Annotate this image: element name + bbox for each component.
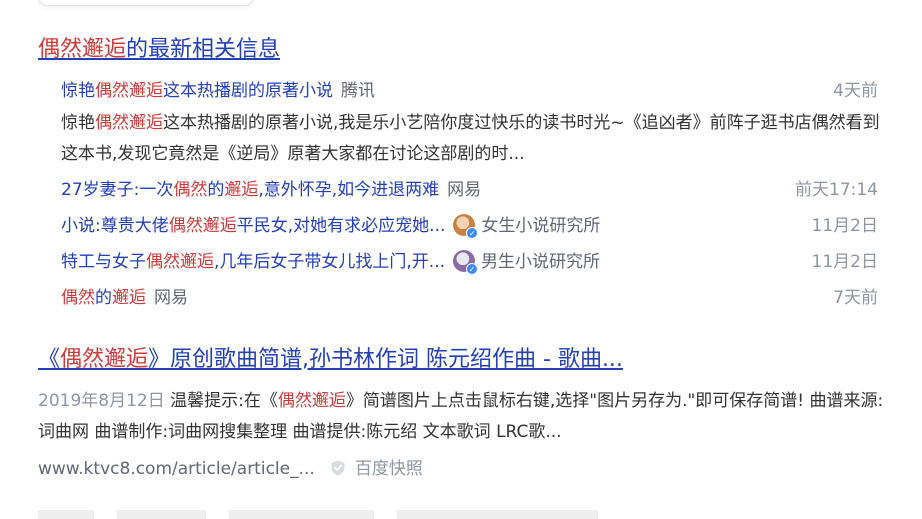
title-segment: ,意外怀孕,如今进退两难	[258, 180, 440, 200]
news-item-title[interactable]: 特工与女子偶然邂逅,几年后女子带女儿找上门,开...	[61, 252, 445, 272]
title-segment: ,几年后女子带女儿找上门,开...	[214, 252, 446, 272]
author-name[interactable]: 女生小说研究所	[481, 216, 600, 236]
news-time: 7天前	[833, 288, 878, 308]
title-segment: 平民女,对她有求必应宠她...	[236, 216, 446, 236]
title-segment: 这本热播剧的原著小说	[163, 81, 333, 101]
abstract-highlight: 偶然邂逅	[95, 113, 163, 133]
news-item: 偶然的邂逅 网易 7天前	[61, 283, 878, 313]
next-result-partial	[38, 510, 598, 519]
news-time: 11月2日	[811, 216, 878, 236]
news-item-title[interactable]: 偶然的邂逅	[61, 288, 146, 308]
title-highlight: 偶然邂逅	[38, 37, 127, 62]
news-item: 特工与女子偶然邂逅,几年后女子带女儿找上门,开... ✓ 男生小说研究所 11月2日	[61, 247, 878, 277]
news-item-title[interactable]: 惊艳偶然邂逅这本热播剧的原著小说	[61, 81, 333, 101]
abstract-highlight: 偶然邂逅	[277, 391, 346, 411]
title-highlight: 偶然邂逅	[95, 81, 163, 101]
news-item: 惊艳偶然邂逅这本热播剧的原著小说 腾讯 4天前	[61, 76, 878, 106]
news-time: 前天17:14	[795, 180, 878, 200]
news-abstract: 惊艳偶然邂逅这本热播剧的原著小说,我是乐小艺陪你度过快乐的读书时光~《追凶者》前…	[61, 108, 881, 170]
result-url[interactable]: www.ktvc8.com/article/article_...	[38, 459, 315, 479]
snapshot-link[interactable]: 百度快照	[355, 459, 423, 479]
title-highlight: 偶然邂逅	[60, 347, 149, 372]
abstract-segment: 》简谱图片上点击鼠标右键,选择"图片另存为."即可保存简谱! 曲谱来源:词曲网 …	[38, 391, 884, 442]
title-segment: 的	[207, 180, 225, 200]
title-highlight: 偶然	[173, 180, 208, 200]
shield-icon[interactable]	[329, 459, 347, 477]
title-segment: 的	[95, 288, 112, 308]
result-source-line: www.ktvc8.com/article/article_... 百度快照	[38, 456, 423, 482]
title-highlight: 偶然	[61, 288, 95, 308]
news-time: 4天前	[833, 81, 878, 101]
news-item-title[interactable]: 小说:尊贵大佬偶然邂逅平民女,对她有求必应宠她...	[61, 216, 445, 236]
news-block-title[interactable]: 偶然邂逅的最新相关信息	[38, 35, 280, 65]
news-item: 27岁妻子:一次偶然的邂逅,意外怀孕,如今进退两难 网易 前天17:14	[61, 175, 878, 205]
verified-icon: ✓	[466, 227, 479, 239]
result-abstract: 2019年8月12日 温馨提示:在《偶然邂逅》简谱图片上点击鼠标右键,选择"图片…	[38, 386, 888, 448]
title-highlight: 偶然邂逅	[168, 216, 237, 236]
result-title[interactable]: 《偶然邂逅》原创歌曲简谱,孙书林作词 陈元绍作曲 - 歌曲...	[38, 345, 623, 375]
abstract-segment: 温馨提示:在《	[170, 391, 278, 411]
title-segment: 《	[38, 347, 61, 372]
news-item: 小说:尊贵大佬偶然邂逅平民女,对她有求必应宠她... ✓ 女生小说研究所 11月2日	[61, 211, 878, 241]
abstract-segment: 惊艳	[61, 113, 95, 133]
title-segment: 27岁妻子:一次	[61, 180, 174, 200]
title-segment: 惊艳	[61, 81, 95, 101]
verified-icon: ✓	[466, 263, 479, 275]
news-source: 网易	[154, 288, 188, 308]
title-highlight: 偶然邂逅	[146, 252, 214, 272]
news-source: 网易	[447, 180, 482, 200]
search-box-edge[interactable]	[38, 0, 254, 6]
abstract-segment: 这本热播剧的原著小说,我是乐小艺陪你度过快乐的读书时光~《追凶者》前阵子逛书店偶…	[61, 113, 880, 164]
author-name[interactable]: 男生小说研究所	[481, 252, 600, 272]
female-avatar-icon[interactable]: ✓	[453, 214, 479, 239]
title-segment: 》原创歌曲简谱,孙书林作词 陈元绍作曲 - 歌曲...	[148, 347, 623, 372]
title-highlight: 邂逅	[224, 180, 259, 200]
male-avatar-icon[interactable]: ✓	[453, 250, 479, 275]
title-segment: 小说:尊贵大佬	[61, 216, 169, 236]
title-segment: 特工与女子	[61, 252, 146, 272]
result-date: 2019年8月12日	[38, 391, 165, 411]
title-highlight: 邂逅	[112, 288, 146, 308]
news-time: 11月2日	[811, 252, 878, 272]
title-text: 的最新相关信息	[126, 37, 281, 62]
search-results-page: 偶然邂逅的最新相关信息 惊艳偶然邂逅这本热播剧的原著小说 腾讯 4天前 惊艳偶然邂…	[0, 0, 922, 519]
news-source: 腾讯	[341, 81, 375, 101]
news-item-title[interactable]: 27岁妻子:一次偶然的邂逅,意外怀孕,如今进退两难	[61, 180, 439, 200]
